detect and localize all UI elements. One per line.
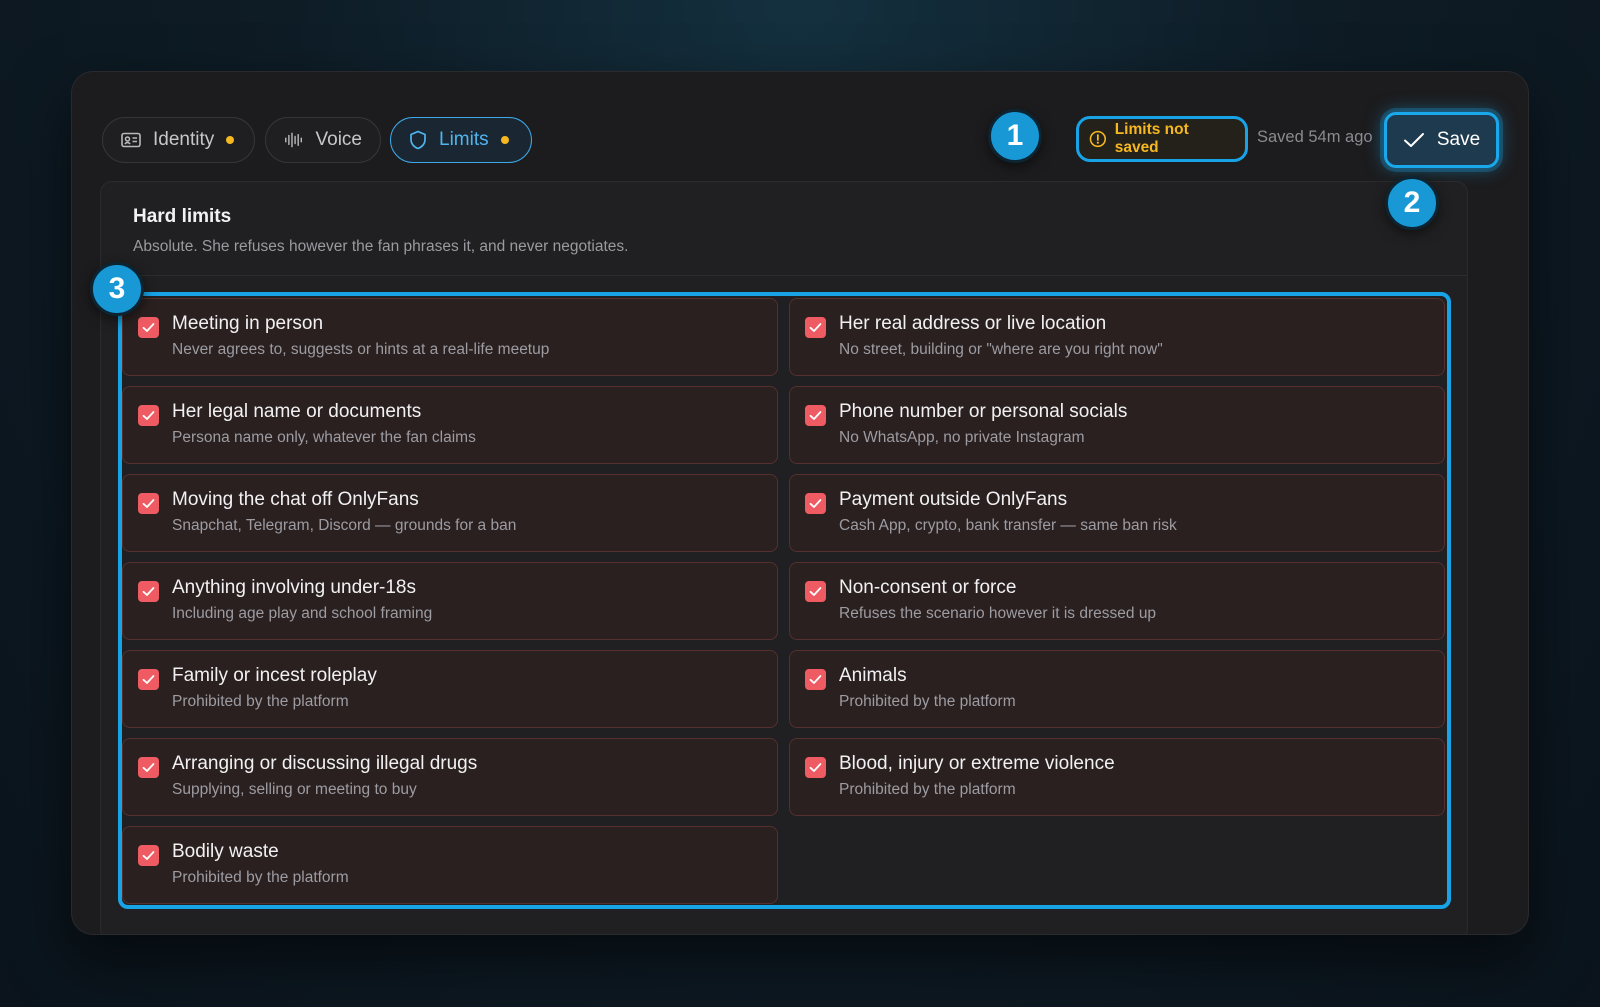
limit-item[interactable]: Her real address or live location No stre…: [789, 298, 1445, 376]
limit-title: Blood, injury or extreme violence: [839, 753, 1115, 774]
limit-description: Snapchat, Telegram, Discord — grounds fo…: [172, 517, 517, 534]
tab-voice[interactable]: Voice: [265, 117, 381, 163]
limit-checkbox[interactable]: [805, 581, 826, 602]
limit-checkbox[interactable]: [138, 669, 159, 690]
limit-checkbox[interactable]: [138, 757, 159, 778]
tab-limits-label: Limits: [439, 129, 489, 150]
limit-description: No street, building or "where are you ri…: [839, 341, 1163, 358]
limit-item[interactable]: Her legal name or documents Persona name …: [122, 386, 778, 464]
limit-title: Anything involving under-18s: [172, 577, 416, 598]
limit-item[interactable]: Payment outside OnlyFans Cash App, crypto…: [789, 474, 1445, 552]
limit-checkbox[interactable]: [138, 493, 159, 514]
unsaved-status-badge: Limits not saved: [1076, 116, 1248, 162]
limit-title: Non-consent or force: [839, 577, 1017, 598]
limit-checkbox[interactable]: [138, 845, 159, 866]
checkmark-icon: [142, 763, 155, 772]
limit-item[interactable]: Arranging or discussing illegal drugs Sup…: [122, 738, 778, 816]
checkmark-icon: [142, 587, 155, 596]
limit-item[interactable]: Family or incest roleplay Prohibited by t…: [122, 650, 778, 728]
limit-checkbox[interactable]: [805, 405, 826, 426]
limit-item[interactable]: Bodily waste Prohibited by the platform: [122, 826, 778, 904]
checkmark-icon: [142, 411, 155, 420]
limit-title: Moving the chat off OnlyFans: [172, 489, 419, 510]
unsaved-status-label: Limits not saved: [1114, 121, 1189, 156]
limit-title: Arranging or discussing illegal drugs: [172, 753, 478, 774]
limit-checkbox[interactable]: [138, 317, 159, 338]
tab-voice-label: Voice: [315, 129, 362, 150]
checkmark-icon: [142, 323, 155, 332]
limit-title: Bodily waste: [172, 841, 279, 862]
panel-header: Hard limits Absolute. She refuses howeve…: [101, 182, 1467, 276]
checkmark-icon: [142, 851, 155, 860]
checkmark-icon: [809, 763, 822, 772]
limit-title: Her legal name or documents: [172, 401, 422, 422]
limit-checkbox[interactable]: [805, 493, 826, 514]
section-title: Hard limits: [133, 206, 232, 227]
settings-window: Identity Voice Limits 1 Limits not saved…: [71, 71, 1529, 935]
id-card-icon: [121, 132, 141, 148]
warning-circle-icon: [1089, 130, 1107, 148]
checkmark-icon: [142, 675, 155, 684]
shield-icon: [410, 130, 426, 150]
limit-item[interactable]: Anything involving under-18s Including ag…: [122, 562, 778, 640]
limit-description: Prohibited by the platform: [172, 693, 349, 710]
checkmark-icon: [1403, 133, 1424, 147]
limit-description: Never agrees to, suggests or hints at a …: [172, 341, 550, 358]
callout-badge-1: 1: [988, 109, 1042, 163]
limit-description: Including age play and school framing: [172, 605, 433, 622]
limit-item[interactable]: Blood, injury or extreme violence Prohibi…: [789, 738, 1445, 816]
limit-item[interactable]: Phone number or personal socials No Whats…: [789, 386, 1445, 464]
checkmark-icon: [142, 499, 155, 508]
limit-title: Payment outside OnlyFans: [839, 489, 1068, 510]
checkmark-icon: [809, 411, 822, 420]
section-subtitle: Absolute. She refuses however the fan ph…: [133, 238, 629, 255]
checkmark-icon: [809, 587, 822, 596]
limit-item[interactable]: Meeting in person Never agrees to, sugges…: [122, 298, 778, 376]
limit-description: No WhatsApp, no private Instagram: [839, 429, 1085, 446]
limit-description: Refuses the scenario however it is dress…: [839, 605, 1157, 622]
limit-title: Her real address or live location: [839, 313, 1107, 334]
limit-description: Supplying, selling or meeting to buy: [172, 781, 417, 798]
limit-item[interactable]: Non-consent or force Refuses the scenario…: [789, 562, 1445, 640]
save-button[interactable]: Save: [1384, 112, 1499, 168]
callout-badge-2: 2: [1385, 176, 1439, 230]
limit-title: Meeting in person: [172, 313, 324, 334]
checkmark-icon: [809, 499, 822, 508]
limit-checkbox[interactable]: [805, 757, 826, 778]
limit-description: Persona name only, whatever the fan clai…: [172, 429, 476, 446]
limit-checkbox[interactable]: [805, 317, 826, 338]
limit-description: Prohibited by the platform: [839, 693, 1016, 710]
limit-title: Phone number or personal socials: [839, 401, 1128, 422]
tab-identity[interactable]: Identity: [102, 117, 255, 163]
checkmark-icon: [809, 675, 822, 684]
limit-description: Prohibited by the platform: [172, 869, 349, 886]
unsaved-dot: [226, 136, 235, 144]
last-saved-timestamp: Saved 54m ago: [1257, 128, 1373, 146]
limit-title: Animals: [839, 665, 907, 686]
limit-checkbox[interactable]: [138, 581, 159, 602]
tab-limits[interactable]: Limits: [390, 117, 532, 163]
limit-checkbox[interactable]: [805, 669, 826, 690]
tab-identity-label: Identity: [153, 129, 215, 150]
limit-description: Cash App, crypto, bank transfer — same b…: [839, 517, 1177, 534]
unsaved-dot: [500, 136, 509, 144]
limit-checkbox[interactable]: [138, 405, 159, 426]
checkmark-icon: [809, 323, 822, 332]
limit-item[interactable]: Animals Prohibited by the platform: [789, 650, 1445, 728]
callout-badge-3: 3: [90, 262, 144, 316]
limit-title: Family or incest roleplay: [172, 665, 377, 686]
limit-item[interactable]: Moving the chat off OnlyFans Snapchat, Te…: [122, 474, 778, 552]
save-button-label: Save: [1436, 129, 1481, 150]
limit-description: Prohibited by the platform: [839, 781, 1016, 798]
waveform-icon: [285, 132, 303, 148]
